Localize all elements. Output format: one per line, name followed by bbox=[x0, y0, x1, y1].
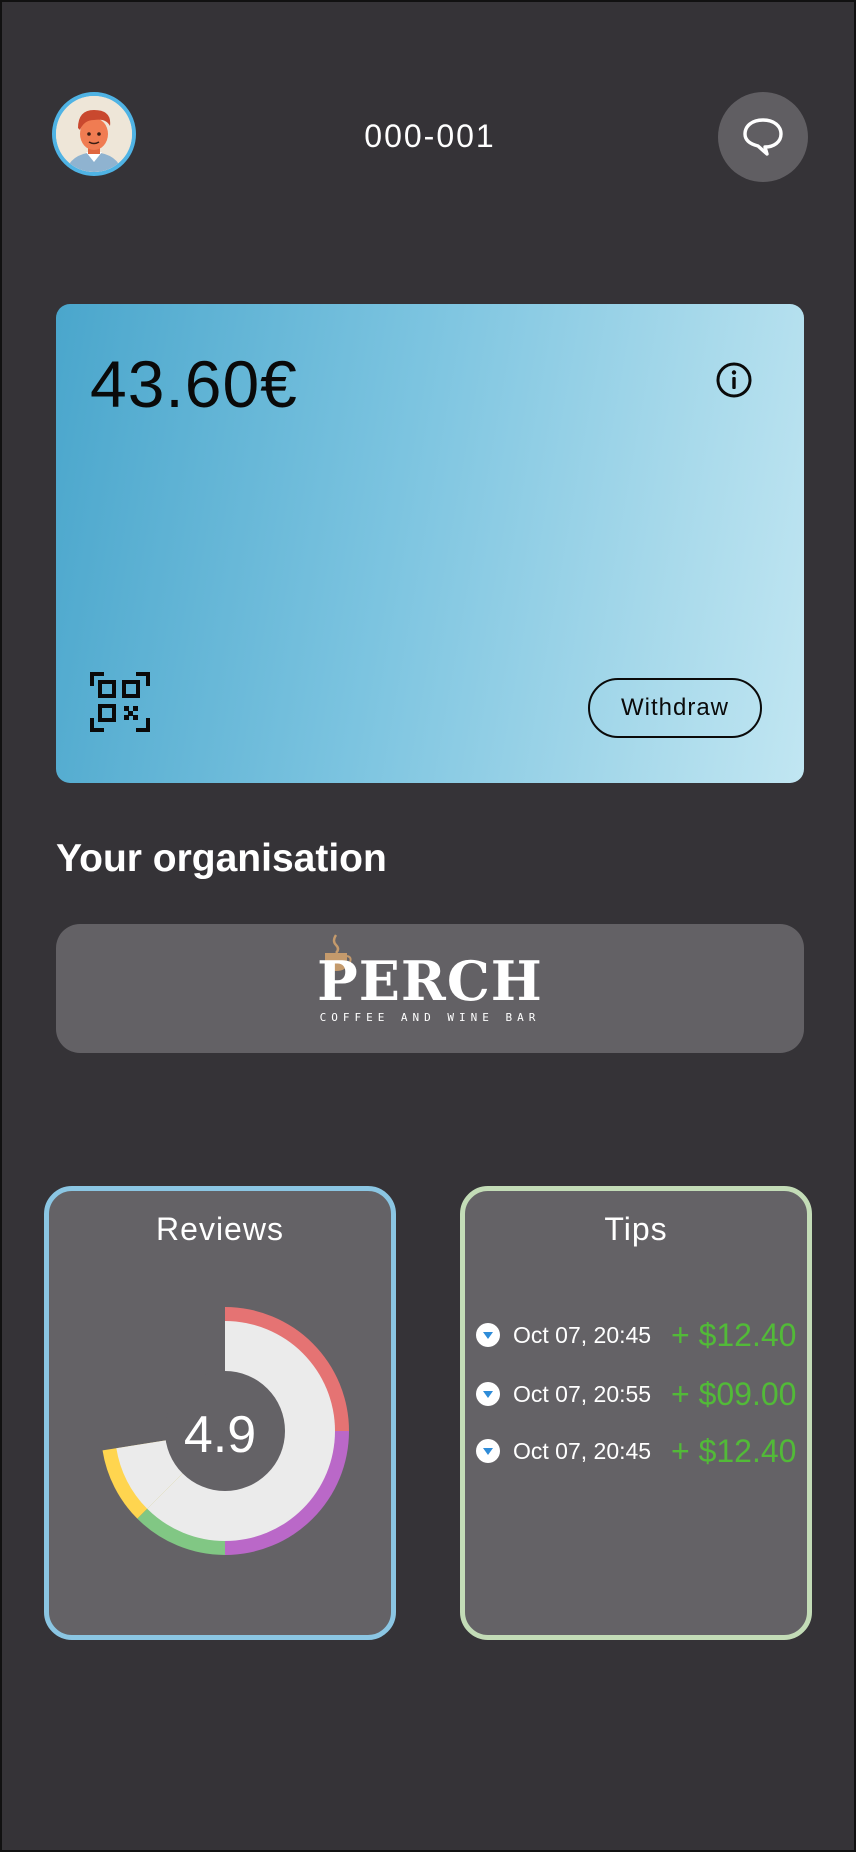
tip-amount: + $12.40 bbox=[671, 1316, 797, 1353]
withdraw-button[interactable]: Withdraw bbox=[588, 678, 762, 738]
reviews-score: 4.9 bbox=[183, 1406, 257, 1464]
chat-bubble-icon bbox=[743, 118, 783, 156]
organisation-card[interactable]: PERCH COFFEE AND WINE BAR bbox=[56, 924, 804, 1053]
chevron-down-circle-icon bbox=[476, 1323, 500, 1347]
info-button[interactable] bbox=[714, 360, 754, 400]
tip-amount: + $12.40 bbox=[671, 1432, 797, 1469]
tip-item[interactable]: Oct 07, 20:45 + $12.40 bbox=[473, 1427, 809, 1475]
tips-title: Tips bbox=[604, 1211, 668, 1247]
section-title: Your organisation bbox=[56, 837, 387, 880]
chevron-down-circle-icon bbox=[476, 1382, 500, 1406]
tip-item[interactable]: Oct 07, 20:55 + $09.00 bbox=[473, 1370, 809, 1418]
chevron-down-circle-icon bbox=[476, 1439, 500, 1463]
tip-amount: + $09.00 bbox=[671, 1375, 797, 1412]
qr-code-icon bbox=[90, 672, 150, 732]
tip-date: Oct 07, 20:45 bbox=[513, 1321, 652, 1348]
chat-button[interactable] bbox=[718, 92, 808, 182]
logo-tagline: COFFEE AND WINE BAR bbox=[319, 1010, 541, 1024]
organisation-logo: PERCH COFFEE AND WINE BAR bbox=[310, 933, 550, 1039]
tip-date: Oct 07, 20:45 bbox=[513, 1437, 652, 1464]
tip-date: Oct 07, 20:55 bbox=[513, 1380, 652, 1407]
logo-name: PERCH bbox=[317, 948, 543, 1013]
tip-item[interactable]: Oct 07, 20:45 + $12.40 bbox=[473, 1311, 809, 1359]
reviews-title: Reviews bbox=[156, 1211, 284, 1247]
balance-amount: 43.60€ bbox=[90, 347, 298, 421]
qr-code-button[interactable] bbox=[90, 672, 150, 732]
tips-panel[interactable]: Tips Oct 07, 20:45 + $12.40 Oct 07, 20:5… bbox=[460, 1186, 812, 1640]
info-icon bbox=[716, 362, 752, 398]
balance-card: 43.60€ Withdraw bbox=[56, 304, 804, 783]
reviews-panel[interactable]: Reviews 4.9 bbox=[44, 1186, 396, 1640]
